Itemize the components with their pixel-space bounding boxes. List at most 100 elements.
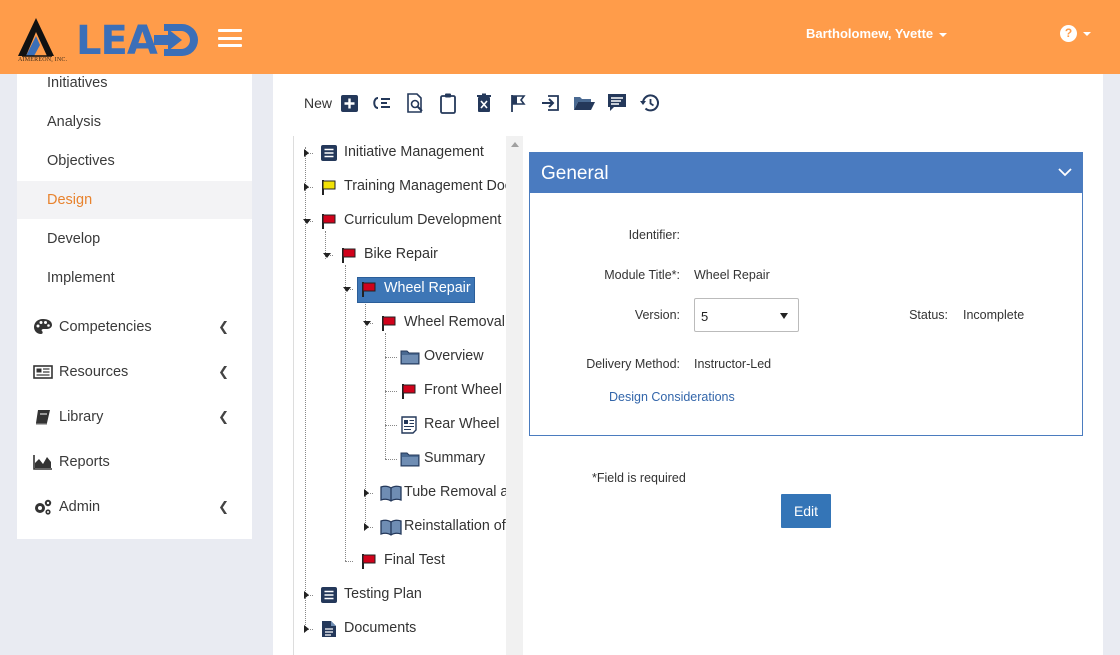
chevron-down-icon: [1058, 168, 1072, 177]
open-book-icon: [380, 519, 402, 536]
history-icon: [640, 94, 659, 112]
delivery-method-value: Instructor-Led: [694, 357, 772, 371]
help-menu[interactable]: ?: [1060, 25, 1091, 43]
module-title-value: Wheel Repair: [694, 268, 770, 282]
main-content: New Initiative Management Training Manag…: [273, 74, 1103, 655]
open-book-icon: [380, 485, 402, 502]
move-button[interactable]: [539, 92, 561, 114]
yellow-flag-icon: [322, 180, 336, 195]
version-select[interactable]: 5: [694, 298, 799, 332]
clipboard-icon: [440, 93, 456, 114]
sidebar-group-library[interactable]: Library ❮: [17, 398, 252, 436]
scroll-up-icon[interactable]: [511, 142, 519, 147]
expand-toggle[interactable]: [364, 489, 369, 497]
required-note: *Field is required: [592, 471, 686, 485]
expand-toggle[interactable]: [304, 149, 309, 157]
sidebar-group-resources[interactable]: Resources ❮: [17, 353, 252, 391]
sidebar-item-design[interactable]: Design: [17, 181, 252, 219]
version-value: 5: [701, 309, 709, 324]
document-icon: [322, 621, 336, 637]
folder-icon: [400, 350, 420, 365]
chevron-left-icon: ❮: [218, 364, 229, 379]
general-panel: General Identifier: Module Title*: Wheel…: [529, 152, 1083, 436]
hamburger-icon: [218, 29, 242, 32]
module-title-label: Module Title*:: [604, 268, 680, 282]
flag-button[interactable]: [507, 92, 529, 114]
expand-toggle[interactable]: [364, 523, 369, 531]
design-considerations-link[interactable]: Design Considerations: [609, 390, 735, 404]
palette-icon: [34, 319, 52, 334]
plus-square-icon: [341, 95, 358, 112]
flag-icon: [511, 95, 526, 112]
red-flag-icon: [402, 384, 416, 399]
panel-title: General: [541, 163, 609, 184]
sidebar: Initiatives Analysis Objectives Design D…: [17, 74, 252, 539]
comment-list-icon: [608, 94, 626, 111]
status-label: Status:: [909, 308, 948, 322]
red-flag-icon: [362, 282, 376, 297]
history-button[interactable]: [639, 92, 661, 114]
gears-icon: [35, 499, 52, 515]
svg-text:LEA: LEA: [76, 18, 158, 64]
sidebar-item-initiatives[interactable]: Initiatives: [17, 64, 252, 102]
user-menu[interactable]: Bartholomew, Yvette: [806, 26, 948, 41]
status-value: Incomplete: [963, 308, 1025, 322]
red-flag-icon: [362, 554, 376, 569]
red-flag-icon: [322, 214, 336, 229]
tree-scrollbar[interactable]: [506, 136, 523, 655]
caret-down-icon: [1083, 31, 1091, 36]
newspaper-icon: [33, 365, 53, 379]
identifier-label: Identifier:: [628, 228, 680, 242]
general-panel-header[interactable]: General: [530, 153, 1082, 193]
help-icon: ?: [1060, 25, 1077, 43]
delete-icon: [477, 93, 491, 112]
document-list-icon: [321, 145, 337, 161]
document-list-icon: [321, 587, 337, 603]
delete-button[interactable]: [473, 92, 495, 114]
chevron-left-icon: ❮: [218, 319, 229, 334]
menu-toggle-button[interactable]: [218, 29, 242, 49]
sidebar-item-objectives[interactable]: Objectives: [17, 142, 252, 180]
sidebar-item-analysis[interactable]: Analysis: [17, 103, 252, 141]
caret-down-icon: [939, 32, 948, 37]
delivery-method-label: Delivery Method:: [586, 357, 680, 371]
paste-button[interactable]: [437, 92, 459, 114]
red-flag-icon: [382, 316, 396, 331]
sidebar-item-implement[interactable]: Implement: [17, 259, 252, 297]
chevron-left-icon: ❮: [218, 499, 229, 514]
collapse-toggle[interactable]: [303, 219, 311, 224]
user-name: Bartholomew, Yvette: [806, 26, 934, 41]
collapse-toggle[interactable]: [343, 287, 351, 292]
preview-button[interactable]: [404, 92, 426, 114]
folder-open-icon: [574, 97, 595, 110]
open-folder-button[interactable]: [572, 92, 595, 114]
module-tree: Initiative Management Training Managemen…: [293, 136, 523, 655]
sidebar-group-admin[interactable]: Admin ❮: [17, 488, 252, 526]
expand-toggle[interactable]: [304, 625, 309, 633]
indent-list-icon: [373, 97, 390, 109]
expand-toggle[interactable]: [304, 591, 309, 599]
area-chart-icon: [33, 455, 52, 470]
expand-toggle[interactable]: [304, 183, 309, 191]
search-document-icon: [407, 93, 423, 113]
red-flag-icon: [342, 248, 356, 263]
article-icon: [401, 416, 417, 434]
dropdown-arrow-icon: [780, 313, 788, 319]
company-name: AIMEREON, INC.: [18, 57, 68, 63]
sidebar-item-reports[interactable]: Reports: [17, 443, 252, 481]
version-label: Version:: [634, 308, 680, 322]
chevron-left-icon: ❮: [218, 409, 229, 424]
folder-icon: [400, 452, 420, 467]
new-label: New: [304, 95, 333, 111]
collapse-toggle[interactable]: [363, 321, 371, 326]
sidebar-item-develop[interactable]: Develop: [17, 220, 252, 258]
book-icon: [36, 410, 50, 425]
edit-button[interactable]: Edit: [781, 494, 831, 528]
indent-button[interactable]: [370, 92, 392, 114]
comments-button[interactable]: [606, 92, 628, 114]
move-icon: [542, 95, 559, 111]
app-header: LEA AIMEREON, INC. Bartholomew, Yvette ?: [0, 0, 1120, 74]
collapse-toggle[interactable]: [323, 253, 331, 258]
sidebar-group-competencies[interactable]: Competencies ❮: [17, 308, 252, 346]
new-button[interactable]: [338, 92, 360, 114]
